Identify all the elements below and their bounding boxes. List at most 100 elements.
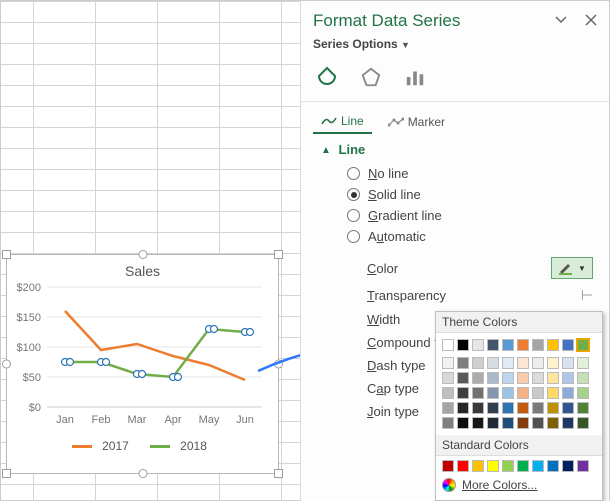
color-swatch[interactable]	[457, 460, 469, 472]
color-swatch[interactable]	[487, 357, 499, 369]
color-swatch[interactable]	[562, 357, 574, 369]
color-swatch[interactable]	[457, 339, 469, 351]
color-swatch[interactable]	[442, 339, 454, 351]
resize-handle[interactable]	[2, 360, 11, 369]
color-swatch[interactable]	[577, 402, 589, 414]
color-swatch[interactable]	[517, 357, 529, 369]
color-swatch[interactable]	[472, 357, 484, 369]
color-swatch[interactable]	[562, 460, 574, 472]
color-picker-flyout: Theme Colors Standard Colors More Colors…	[435, 311, 603, 501]
color-swatch[interactable]	[487, 402, 499, 414]
color-swatch[interactable]	[517, 372, 529, 384]
color-swatch[interactable]	[532, 402, 544, 414]
color-swatch[interactable]	[472, 372, 484, 384]
slider-stub-icon: ⊢	[581, 287, 593, 304]
color-swatch[interactable]	[547, 417, 559, 429]
chart-container[interactable]: Sales $200 $150 $100 $50 $0 Jan Feb Mar …	[6, 254, 279, 474]
color-swatch[interactable]	[577, 357, 589, 369]
resize-handle[interactable]	[274, 360, 283, 369]
resize-handle[interactable]	[138, 250, 147, 259]
color-swatch[interactable]	[532, 357, 544, 369]
color-swatch[interactable]	[457, 402, 469, 414]
series-options-dropdown[interactable]: Series Options ▼	[301, 33, 609, 57]
color-swatch[interactable]	[547, 372, 559, 384]
color-swatch[interactable]	[532, 417, 544, 429]
color-swatch[interactable]	[472, 387, 484, 399]
color-swatch[interactable]	[457, 417, 469, 429]
color-swatch[interactable]	[547, 357, 559, 369]
color-swatch[interactable]	[472, 339, 484, 351]
color-swatch[interactable]	[517, 339, 529, 351]
color-swatch[interactable]	[532, 387, 544, 399]
color-swatch[interactable]	[442, 372, 454, 384]
color-swatch[interactable]	[577, 372, 589, 384]
color-swatch[interactable]	[487, 339, 499, 351]
series-options-tab-icon[interactable]	[401, 63, 429, 91]
resize-handle[interactable]	[274, 250, 283, 259]
resize-handle[interactable]	[2, 250, 11, 259]
resize-handle[interactable]	[274, 469, 283, 478]
color-swatch[interactable]	[562, 339, 574, 351]
color-swatch[interactable]	[562, 402, 574, 414]
color-swatch[interactable]	[472, 417, 484, 429]
radio-automatic[interactable]: Automatic	[347, 226, 597, 247]
radio-no-line[interactable]: No line	[347, 163, 597, 184]
tab-line[interactable]: Line	[313, 110, 372, 134]
color-swatch[interactable]	[502, 387, 514, 399]
fill-outline-tab-icon[interactable]	[313, 63, 341, 91]
y-tick: $0	[29, 402, 41, 414]
color-swatch[interactable]	[517, 402, 529, 414]
color-swatch[interactable]	[442, 357, 454, 369]
resize-handle[interactable]	[138, 469, 147, 478]
color-swatch[interactable]	[487, 372, 499, 384]
color-swatch[interactable]	[502, 417, 514, 429]
color-swatch[interactable]	[502, 402, 514, 414]
radio-solid-line[interactable]: Solid line	[347, 184, 597, 205]
color-swatch[interactable]	[577, 387, 589, 399]
effects-tab-icon[interactable]	[357, 63, 385, 91]
color-swatch[interactable]	[517, 387, 529, 399]
color-swatch[interactable]	[547, 387, 559, 399]
color-swatch[interactable]	[547, 460, 559, 472]
color-swatch[interactable]	[487, 460, 499, 472]
color-swatch[interactable]	[472, 460, 484, 472]
color-swatch[interactable]	[532, 372, 544, 384]
color-swatch[interactable]	[487, 417, 499, 429]
color-swatch[interactable]	[442, 402, 454, 414]
color-swatch[interactable]	[562, 417, 574, 429]
color-swatch[interactable]	[517, 417, 529, 429]
color-swatch[interactable]	[457, 387, 469, 399]
color-swatch[interactable]	[517, 460, 529, 472]
color-swatch[interactable]	[442, 387, 454, 399]
section-line-toggle[interactable]: ▲ Line	[321, 142, 597, 157]
more-colors-button[interactable]: More Colors...	[436, 474, 602, 496]
color-swatch[interactable]	[472, 402, 484, 414]
color-swatch[interactable]	[442, 460, 454, 472]
tab-marker[interactable]: Marker	[380, 110, 453, 134]
chart-plot[interactable]: $200 $150 $100 $50 $0 Jan Feb Mar Apr Ma…	[7, 279, 280, 439]
color-swatch[interactable]	[442, 417, 454, 429]
pane-dropdown-icon[interactable]	[555, 14, 567, 29]
color-swatch[interactable]	[502, 460, 514, 472]
color-swatch[interactable]	[502, 357, 514, 369]
color-swatch[interactable]	[577, 339, 589, 351]
color-swatch[interactable]	[502, 339, 514, 351]
color-swatch[interactable]	[487, 387, 499, 399]
resize-handle[interactable]	[2, 469, 11, 478]
color-picker-button[interactable]: ▼	[551, 257, 593, 279]
color-swatch[interactable]	[562, 387, 574, 399]
chart-legend[interactable]: 2017 2018	[7, 439, 278, 453]
color-swatch[interactable]	[502, 372, 514, 384]
color-swatch[interactable]	[457, 357, 469, 369]
color-swatch[interactable]	[457, 372, 469, 384]
color-swatch[interactable]	[532, 339, 544, 351]
color-swatch[interactable]	[577, 460, 589, 472]
color-swatch[interactable]	[547, 402, 559, 414]
radio-gradient-line[interactable]: Gradient line	[347, 205, 597, 226]
close-icon[interactable]	[585, 14, 597, 29]
color-swatch[interactable]	[577, 417, 589, 429]
color-swatch[interactable]	[547, 339, 559, 351]
color-swatch[interactable]	[532, 460, 544, 472]
color-swatch[interactable]	[562, 372, 574, 384]
series-2017[interactable]	[65, 311, 245, 380]
